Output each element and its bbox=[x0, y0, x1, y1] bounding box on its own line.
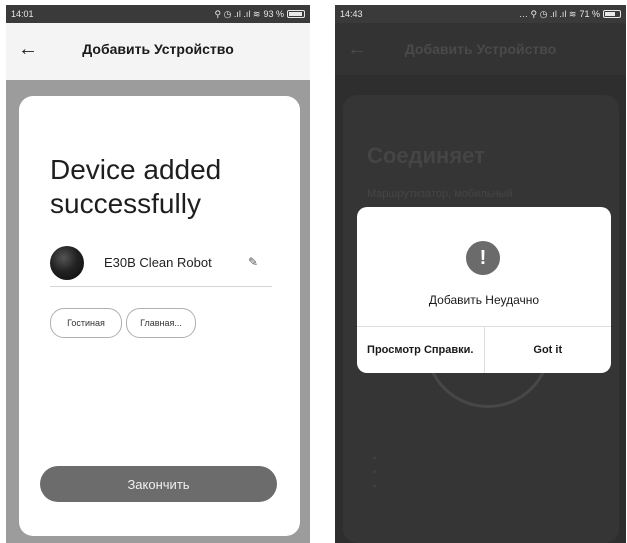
room-chip-main[interactable]: Главная... bbox=[126, 308, 196, 338]
page-title: Добавить Устройство bbox=[82, 41, 234, 57]
exclamation-icon: ! bbox=[466, 241, 500, 275]
signal-icon: … ⚲ ◷ .ıl .ıl ≋ bbox=[518, 8, 577, 19]
connecting-subtitle: Маршрутизатор, мобильный bbox=[367, 188, 513, 200]
finish-button[interactable]: Закончить bbox=[40, 466, 277, 502]
status-icons: … ⚲ ◷ .ıl .ıl ≋ 71 % bbox=[519, 9, 621, 20]
battery-icon bbox=[287, 10, 305, 18]
step-list-blurred: • • • bbox=[373, 453, 377, 491]
edit-pencil-icon[interactable]: ✎ bbox=[248, 255, 258, 269]
dialog-buttons: Просмотр Справки. Got it bbox=[357, 326, 611, 373]
status-bar: 14:43 … ⚲ ◷ .ıl .ıl ≋ 71 % bbox=[335, 5, 626, 23]
view-help-button[interactable]: Просмотр Справки. bbox=[357, 327, 485, 373]
success-card: Device added successfully E30B Clean Rob… bbox=[19, 96, 300, 536]
success-heading-line2: successfully bbox=[50, 188, 201, 220]
room-chip-living-room[interactable]: Гостиная bbox=[50, 308, 122, 338]
connecting-title: Соединяет bbox=[367, 143, 485, 168]
success-heading: Device added successfully bbox=[50, 153, 221, 221]
app-header: ← Добавить Устройство bbox=[6, 23, 310, 75]
page-title: Добавить Устройство bbox=[404, 41, 557, 57]
right-phone-screen: 14:43 … ⚲ ◷ .ıl .ıl ≋ 71 % ← Добавить Ус… bbox=[335, 5, 626, 543]
battery-icon bbox=[603, 10, 621, 18]
status-time: 14:01 bbox=[11, 9, 34, 19]
left-phone-screen: 14:01 ⚲ ◷ .ıl .ıl ≋ 93 % ← Добавить Устр… bbox=[6, 5, 310, 543]
device-row: E30B Clean Robot ✎ bbox=[50, 246, 272, 287]
signal-icon: ⚲ ◷ .ıl .ıl ≋ bbox=[214, 8, 261, 19]
dialog-message: Добавить Неудачно bbox=[428, 293, 540, 307]
robot-vacuum-image bbox=[50, 246, 84, 280]
got-it-button[interactable]: Got it bbox=[485, 327, 612, 373]
success-heading-line1: Device added bbox=[50, 154, 222, 185]
battery-level: 71 % bbox=[579, 9, 600, 19]
app-header-dimmed: ← Добавить Устройство bbox=[335, 23, 626, 75]
status-time: 14:43 bbox=[340, 9, 363, 19]
battery-level: 93 % bbox=[263, 9, 284, 19]
device-name: E30B Clean Robot bbox=[104, 255, 212, 270]
error-dialog: ! Добавить Неудачно Просмотр Справки. Go… bbox=[357, 207, 611, 373]
status-icons: ⚲ ◷ .ıl .ıl ≋ 93 % bbox=[214, 9, 305, 20]
status-bar: 14:01 ⚲ ◷ .ıl .ıl ≋ 93 % bbox=[6, 5, 310, 23]
